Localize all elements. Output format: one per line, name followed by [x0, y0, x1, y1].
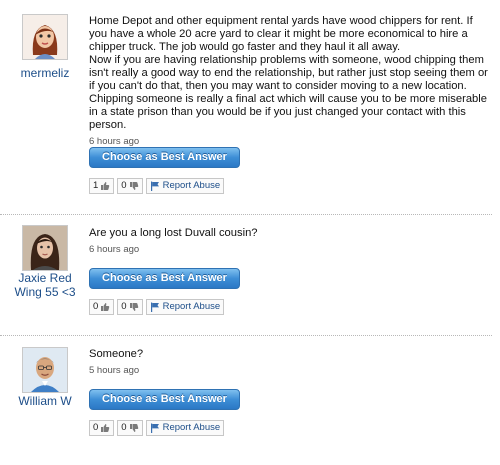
thumbs-down-button[interactable]: 0 [117, 178, 143, 194]
thumbs-up-icon [101, 424, 110, 432]
choose-best-answer-button[interactable]: Choose as Best Answer [89, 268, 240, 289]
thumbs-down-count: 0 [121, 301, 127, 312]
thumbs-down-icon [129, 424, 138, 432]
report-abuse-button[interactable]: Report Abuse [145, 420, 225, 436]
answer-item: Jaxie Red Wing 55 <3 Are you a long lost… [0, 215, 500, 335]
answer-item: mermeliz Home Depot and other equipment … [0, 0, 500, 214]
user-avatar[interactable] [22, 225, 68, 271]
answer-text: Home Depot and other equipment rental ya… [89, 15, 488, 131]
thumbs-up-count: 0 [93, 301, 99, 312]
rating-bar: 0 0 Report Abuse [89, 299, 227, 315]
report-abuse-button[interactable]: Report Abuse [145, 299, 225, 315]
thumbs-down-button[interactable]: 0 [117, 420, 143, 436]
user-avatar[interactable] [22, 14, 68, 60]
answer-text: Someone? [89, 348, 144, 360]
answer-text: Are you a long lost Duvall cousin? [89, 227, 258, 239]
thumbs-down-icon [129, 182, 138, 190]
thumbs-up-icon [101, 182, 110, 190]
thumbs-up-icon [101, 303, 110, 311]
user-avatar[interactable] [22, 347, 68, 393]
thumbs-up-count: 0 [93, 422, 99, 433]
thumbs-up-button[interactable]: 0 [89, 420, 115, 436]
report-abuse-label: Report Abuse [162, 422, 221, 433]
thumbs-up-count: 1 [93, 180, 99, 191]
username-link[interactable]: mermeliz [8, 66, 82, 80]
answer-timestamp: 5 hours ago [89, 365, 140, 376]
answer-timestamp: 6 hours ago [89, 244, 140, 255]
rating-bar: 1 0 Report Abuse [89, 178, 227, 194]
thumbs-down-button[interactable]: 0 [117, 299, 143, 315]
username-link[interactable]: William W [8, 394, 82, 408]
report-abuse-button[interactable]: Report Abuse [145, 178, 225, 194]
thumbs-down-icon [129, 303, 138, 311]
flag-icon [150, 423, 159, 433]
username-link[interactable]: Jaxie Red Wing 55 <3 [8, 271, 82, 299]
answer-item: William W Someone? 5 hours ago Choose as… [0, 336, 500, 465]
thumbs-up-button[interactable]: 0 [89, 299, 115, 315]
flag-icon [150, 181, 159, 191]
thumbs-down-count: 0 [121, 180, 127, 191]
report-abuse-label: Report Abuse [162, 301, 221, 312]
thumbs-down-count: 0 [121, 422, 127, 433]
report-abuse-label: Report Abuse [162, 180, 221, 191]
rating-bar: 0 0 Report Abuse [89, 420, 227, 436]
flag-icon [150, 302, 159, 312]
answer-timestamp: 6 hours ago [89, 136, 140, 147]
choose-best-answer-button[interactable]: Choose as Best Answer [89, 389, 240, 410]
thumbs-up-button[interactable]: 1 [89, 178, 115, 194]
choose-best-answer-button[interactable]: Choose as Best Answer [89, 147, 240, 168]
